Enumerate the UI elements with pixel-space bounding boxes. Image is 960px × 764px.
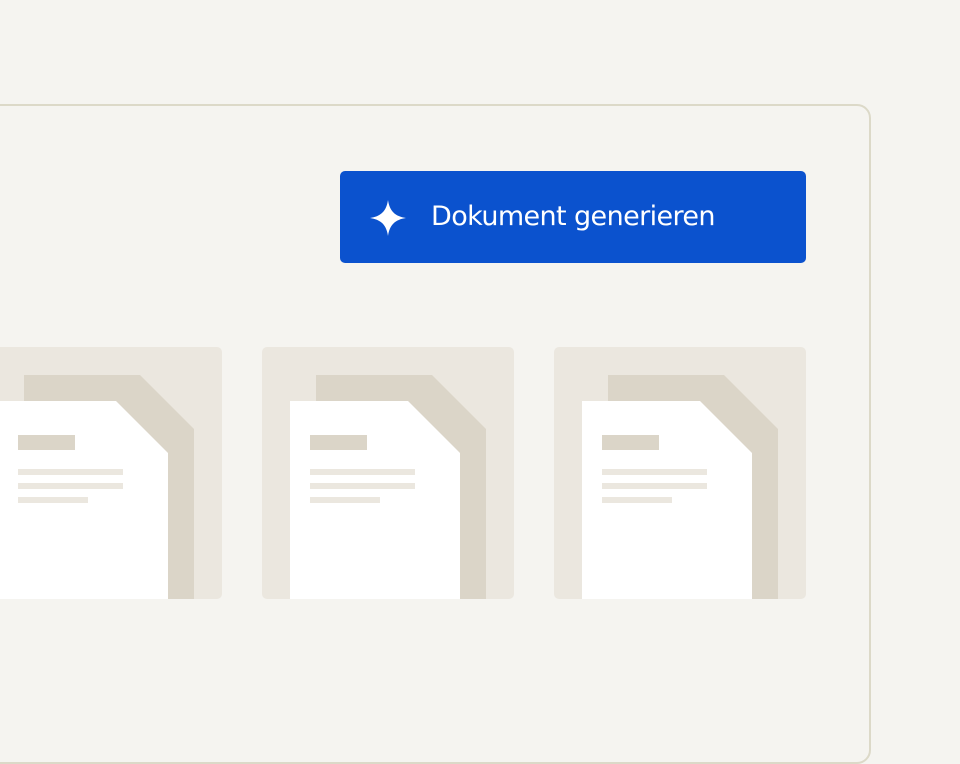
document-icon [582,375,778,599]
document-card[interactable] [554,347,806,599]
sparkle-icon [370,200,406,236]
document-card[interactable] [262,347,514,599]
document-card[interactable] [0,347,222,599]
document-icon [0,375,194,599]
document-icon [290,375,486,599]
generate-document-button[interactable]: Dokument generieren [340,171,806,263]
generate-document-label: Dokument generieren [431,201,716,232]
